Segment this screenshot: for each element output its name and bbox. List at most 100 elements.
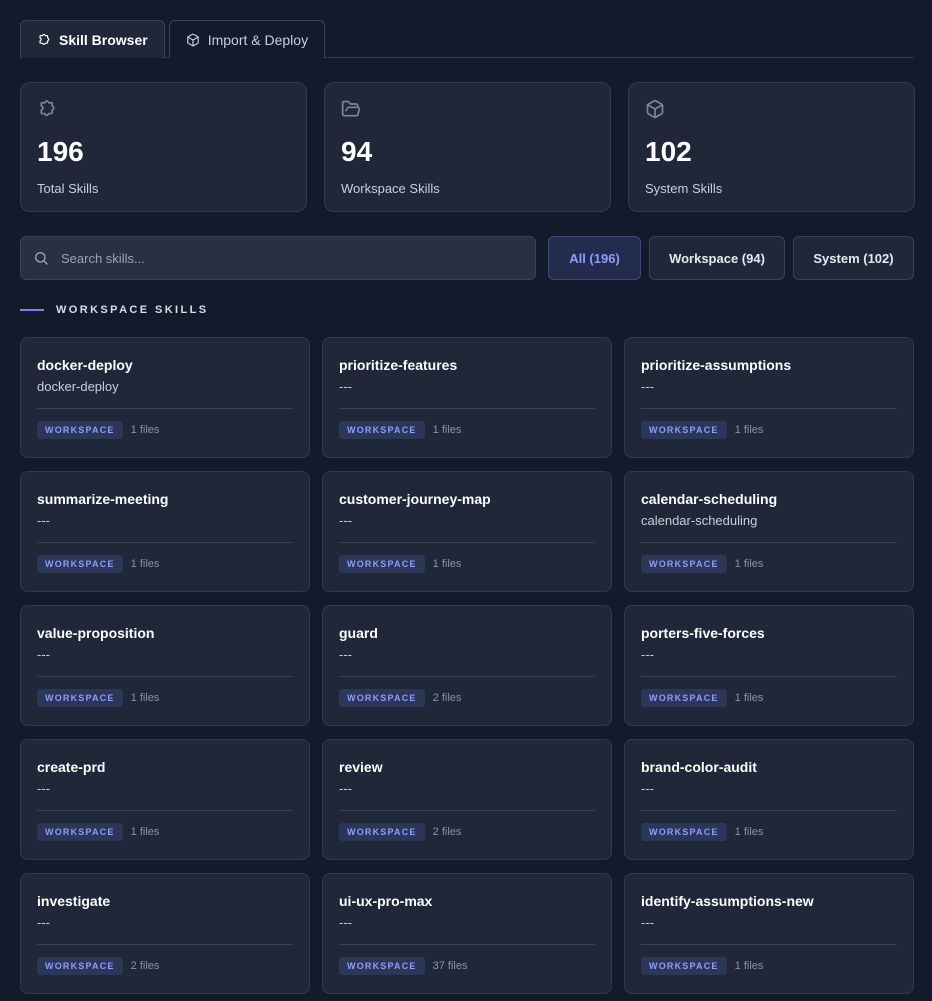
card-divider: [37, 944, 293, 945]
workspace-badge: WORKSPACE: [339, 823, 425, 841]
workspace-badge: WORKSPACE: [641, 823, 727, 841]
card-divider: [641, 944, 897, 945]
card-divider: [339, 944, 595, 945]
skill-description: ---: [37, 647, 50, 662]
skill-description: ---: [339, 513, 352, 528]
card-divider: [641, 810, 897, 811]
skill-name: brand-color-audit: [641, 759, 757, 775]
skill-description: calendar-scheduling: [641, 513, 758, 528]
skill-name: prioritize-assumptions: [641, 357, 792, 373]
skill-card[interactable]: prioritize-assumptions --- WORKSPACE 1 file…: [624, 337, 914, 458]
stat-value: 196: [37, 136, 84, 167]
file-count: 1 files: [130, 826, 160, 838]
skill-meta: WORKSPACE 2 files: [339, 823, 595, 841]
skill-description: ---: [37, 781, 50, 796]
skill-name: customer-journey-map: [339, 491, 491, 507]
card-divider: [339, 542, 595, 543]
card-divider: [37, 810, 293, 811]
card-divider: [641, 676, 897, 677]
file-count: 37 files: [432, 960, 468, 972]
skill-name: create-prd: [37, 759, 106, 775]
filter-system-button[interactable]: System (102): [793, 236, 914, 280]
card-divider: [37, 676, 293, 677]
package-icon: [186, 33, 199, 46]
skill-grid: docker-deploy docker-deploy WORKSPACE 1 fil…: [20, 337, 914, 994]
skill-card[interactable]: guard --- WORKSPACE 2 files: [322, 605, 612, 726]
file-count: 2 files: [432, 692, 462, 704]
search-icon: [35, 251, 48, 265]
workspace-badge: WORKSPACE: [37, 823, 123, 841]
skill-name: ui-ux-pro-max: [339, 893, 433, 909]
file-count: 1 files: [734, 826, 764, 838]
stat-card-system: 102 System Skills: [628, 82, 915, 212]
workspace-badge: WORKSPACE: [641, 957, 727, 975]
skill-card[interactable]: calendar-scheduling calendar-scheduling WO…: [624, 471, 914, 592]
file-count: 2 files: [432, 826, 462, 838]
skill-meta: WORKSPACE 1 files: [641, 689, 897, 707]
skill-card[interactable]: porters-five-forces --- WORKSPACE 1 files: [624, 605, 914, 726]
skill-meta: WORKSPACE 1 files: [339, 421, 595, 439]
skill-card[interactable]: investigate --- WORKSPACE 2 files: [20, 873, 310, 994]
tab-import-deploy[interactable]: Import & Deploy: [168, 20, 326, 58]
search-input[interactable]: [61, 250, 501, 266]
skill-meta: WORKSPACE 2 files: [37, 957, 293, 975]
workspace-badge: WORKSPACE: [641, 555, 727, 573]
stats-row: 196 Total Skills 94 Workspace Skills 102…: [20, 82, 915, 212]
stat-label: Total Skills: [37, 181, 99, 196]
stat-value: 102: [645, 136, 692, 167]
filter-workspace-button[interactable]: Workspace (94): [649, 236, 785, 280]
skill-description: ---: [37, 915, 50, 930]
skill-meta: WORKSPACE 37 files: [339, 957, 595, 975]
skill-meta: WORKSPACE 2 files: [339, 689, 595, 707]
skill-card[interactable]: review --- WORKSPACE 2 files: [322, 739, 612, 860]
stat-label: Workspace Skills: [341, 181, 440, 196]
file-count: 1 files: [734, 960, 764, 972]
skill-description: ---: [641, 915, 654, 930]
tab-label: Import & Deploy: [207, 31, 309, 48]
workspace-badge: WORKSPACE: [339, 689, 425, 707]
skill-name: value-proposition: [37, 625, 155, 641]
workspace-badge: WORKSPACE: [641, 689, 727, 707]
puzzle-icon: [37, 99, 290, 124]
skill-description: ---: [339, 647, 352, 662]
skill-card[interactable]: value-proposition --- WORKSPACE 1 files: [20, 605, 310, 726]
skill-name: identify-assumptions-new: [641, 893, 814, 909]
skill-description: ---: [339, 915, 352, 930]
skill-card[interactable]: docker-deploy docker-deploy WORKSPACE 1 fil…: [20, 337, 310, 458]
skill-name: guard: [339, 625, 378, 641]
workspace-badge: WORKSPACE: [37, 555, 123, 573]
skill-card[interactable]: identify-assumptions-new --- WORKSPACE 1 fi…: [624, 873, 914, 994]
skill-card[interactable]: prioritize-features --- WORKSPACE 1 files: [322, 337, 612, 458]
file-count: 1 files: [432, 558, 462, 570]
skill-card[interactable]: summarize-meeting --- WORKSPACE 1 files: [20, 471, 310, 592]
skill-card[interactable]: ui-ux-pro-max --- WORKSPACE 37 files: [322, 873, 612, 994]
file-count: 1 files: [130, 424, 160, 436]
skill-meta: WORKSPACE 1 files: [37, 421, 293, 439]
stat-card-workspace: 94 Workspace Skills: [324, 82, 611, 212]
skill-name: prioritize-features: [339, 357, 458, 373]
card-divider: [339, 676, 595, 677]
tab-skill-browser[interactable]: Skill Browser: [20, 20, 165, 58]
tab-label: Skill Browser: [59, 31, 148, 48]
skill-name: porters-five-forces: [641, 625, 765, 641]
skill-card[interactable]: create-prd --- WORKSPACE 1 files: [20, 739, 310, 860]
skill-name: review: [339, 759, 383, 775]
skill-name: summarize-meeting: [37, 491, 169, 507]
skill-name: calendar-scheduling: [641, 491, 778, 507]
stat-card-total: 196 Total Skills: [20, 82, 307, 212]
skill-meta: WORKSPACE 1 files: [641, 957, 897, 975]
skill-meta: WORKSPACE 1 files: [641, 555, 897, 573]
skill-name: docker-deploy: [37, 357, 133, 373]
skill-description: ---: [339, 379, 352, 394]
skill-card[interactable]: brand-color-audit --- WORKSPACE 1 files: [624, 739, 914, 860]
skill-name: investigate: [37, 893, 111, 909]
file-count: 1 files: [734, 558, 764, 570]
skill-description: ---: [641, 379, 654, 394]
section-accent-line: [20, 309, 44, 311]
search-box: [20, 236, 536, 280]
skill-description: ---: [37, 513, 50, 528]
section-header: WORKSPACE SKILLS: [20, 304, 208, 316]
skill-card[interactable]: customer-journey-map --- WORKSPACE 1 files: [322, 471, 612, 592]
filter-all-button[interactable]: All (196): [548, 236, 641, 280]
skill-meta: WORKSPACE 1 files: [339, 555, 595, 573]
